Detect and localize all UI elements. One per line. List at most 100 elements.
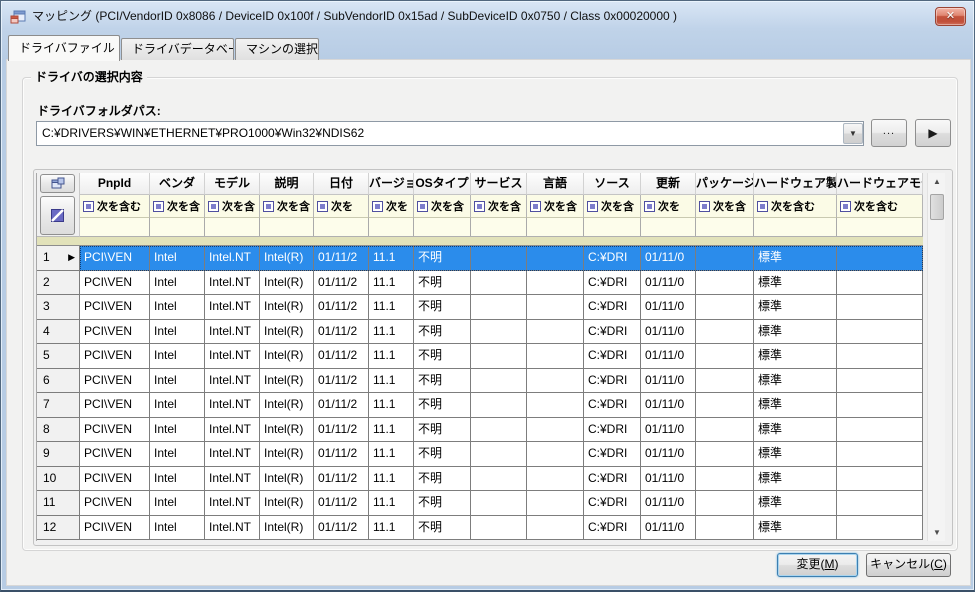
column-header-update[interactable]: 更新 [641, 173, 696, 195]
filter-operator-icon[interactable] [317, 201, 328, 212]
cell-model[interactable]: Intel.NT [205, 442, 260, 467]
cell-description[interactable]: Intel(R) [260, 393, 314, 418]
cell-language[interactable] [527, 467, 584, 492]
cell-description[interactable]: Intel(R) [260, 320, 314, 345]
cell-pnpid[interactable]: PCI\VEN [80, 516, 150, 541]
cell-vendor[interactable]: Intel [150, 344, 205, 369]
cell-pnpid[interactable]: PCI\VEN [80, 295, 150, 320]
row-header[interactable]: 7 [37, 393, 80, 418]
column-header-language[interactable]: 言語 [527, 173, 584, 195]
cell-description[interactable]: Intel(R) [260, 344, 314, 369]
cell-hw-model[interactable] [837, 418, 923, 443]
row-header[interactable]: 4 [37, 320, 80, 345]
cell-package[interactable] [696, 246, 754, 271]
cancel-button[interactable]: キャンセル(C) [866, 553, 951, 577]
cell-update[interactable]: 01/11/0 [641, 491, 696, 516]
column-header-pnpid[interactable]: PnpId [80, 173, 150, 195]
cell-service[interactable] [471, 442, 527, 467]
filter-operator-icon[interactable] [644, 201, 655, 212]
filter-operator-icon[interactable] [263, 201, 274, 212]
cell-date[interactable]: 01/11/2 [314, 516, 369, 541]
cell-package[interactable] [696, 344, 754, 369]
cell-description[interactable]: Intel(R) [260, 369, 314, 394]
cell-description[interactable]: Intel(R) [260, 271, 314, 296]
cell-model[interactable]: Intel.NT [205, 344, 260, 369]
cell-date[interactable]: 01/11/2 [314, 491, 369, 516]
cell-os-type[interactable]: 不明 [414, 467, 471, 492]
cell-os-type[interactable]: 不明 [414, 246, 471, 271]
cell-model[interactable]: Intel.NT [205, 369, 260, 394]
title-bar[interactable]: マッピング (PCI/VendorID 0x8086 / DeviceID 0x… [1, 1, 974, 32]
cell-os-type[interactable]: 不明 [414, 271, 471, 296]
cell-vendor[interactable]: Intel [150, 442, 205, 467]
filter-input-pnpid[interactable] [80, 217, 150, 236]
cell-update[interactable]: 01/11/0 [641, 246, 696, 271]
cell-vendor[interactable]: Intel [150, 369, 205, 394]
cell-description[interactable]: Intel(R) [260, 418, 314, 443]
cell-source[interactable]: C:¥DRI [584, 467, 641, 492]
filter-editor-button[interactable] [40, 174, 75, 193]
cell-description[interactable]: Intel(R) [260, 442, 314, 467]
cell-pnpid[interactable]: PCI\VEN [80, 467, 150, 492]
cell-pnpid[interactable]: PCI\VEN [80, 320, 150, 345]
filter-input-vendor[interactable] [150, 217, 205, 236]
cell-pnpid[interactable]: PCI\VEN [80, 418, 150, 443]
cell-hw-maker[interactable]: 標準 [754, 369, 837, 394]
cell-language[interactable] [527, 418, 584, 443]
cell-source[interactable]: C:¥DRI [584, 295, 641, 320]
cell-date[interactable]: 01/11/2 [314, 467, 369, 492]
cell-pnpid[interactable]: PCI\VEN [80, 491, 150, 516]
row-header[interactable]: 1▶ [37, 246, 80, 271]
filter-operator-icon[interactable] [208, 201, 219, 212]
cell-version[interactable]: 11.1 [369, 246, 414, 271]
cell-vendor[interactable]: Intel [150, 491, 205, 516]
cell-version[interactable]: 11.1 [369, 369, 414, 394]
cell-date[interactable]: 01/11/2 [314, 369, 369, 394]
cell-hw-maker[interactable]: 標準 [754, 295, 837, 320]
cell-version[interactable]: 11.1 [369, 516, 414, 541]
cell-package[interactable] [696, 271, 754, 296]
cell-model[interactable]: Intel.NT [205, 295, 260, 320]
cell-hw-model[interactable] [837, 320, 923, 345]
cell-update[interactable]: 01/11/0 [641, 295, 696, 320]
cell-pnpid[interactable]: PCI\VEN [80, 369, 150, 394]
cell-model[interactable]: Intel.NT [205, 467, 260, 492]
filter-input-model[interactable] [205, 217, 260, 236]
cell-vendor[interactable]: Intel [150, 295, 205, 320]
column-header-package[interactable]: パッケージ [696, 173, 754, 195]
cell-update[interactable]: 01/11/0 [641, 320, 696, 345]
cell-update[interactable]: 01/11/0 [641, 344, 696, 369]
cell-source[interactable]: C:¥DRI [584, 271, 641, 296]
column-header-os-type[interactable]: OSタイプ [414, 173, 471, 195]
filter-operator-icon[interactable] [153, 201, 164, 212]
cell-update[interactable]: 01/11/0 [641, 516, 696, 541]
cell-hw-maker[interactable]: 標準 [754, 516, 837, 541]
cell-hw-model[interactable] [837, 246, 923, 271]
column-header-date[interactable]: 日付 [314, 173, 369, 195]
cell-package[interactable] [696, 491, 754, 516]
cell-service[interactable] [471, 344, 527, 369]
cell-package[interactable] [696, 516, 754, 541]
cell-source[interactable]: C:¥DRI [584, 320, 641, 345]
row-header[interactable]: 3 [37, 295, 80, 320]
filter-cell-pnpid[interactable]: 次を含む [80, 195, 150, 217]
cell-vendor[interactable]: Intel [150, 393, 205, 418]
change-button[interactable]: 変更(M) [777, 553, 858, 577]
filter-input-update[interactable] [641, 217, 696, 236]
cell-hw-maker[interactable]: 標準 [754, 344, 837, 369]
filter-input-service[interactable] [471, 217, 527, 236]
filter-input-os-type[interactable] [414, 217, 471, 236]
cell-language[interactable] [527, 516, 584, 541]
cell-version[interactable]: 11.1 [369, 467, 414, 492]
cell-model[interactable]: Intel.NT [205, 246, 260, 271]
cell-package[interactable] [696, 393, 754, 418]
cell-update[interactable]: 01/11/0 [641, 271, 696, 296]
filter-cell-hw-maker[interactable]: 次を含む [754, 195, 837, 217]
cell-update[interactable]: 01/11/0 [641, 418, 696, 443]
cell-package[interactable] [696, 369, 754, 394]
cell-version[interactable]: 11.1 [369, 393, 414, 418]
filter-cell-hw-model[interactable]: 次を含む [837, 195, 923, 217]
filter-cell-version[interactable]: 次を [369, 195, 414, 217]
cell-os-type[interactable]: 不明 [414, 369, 471, 394]
cell-date[interactable]: 01/11/2 [314, 295, 369, 320]
